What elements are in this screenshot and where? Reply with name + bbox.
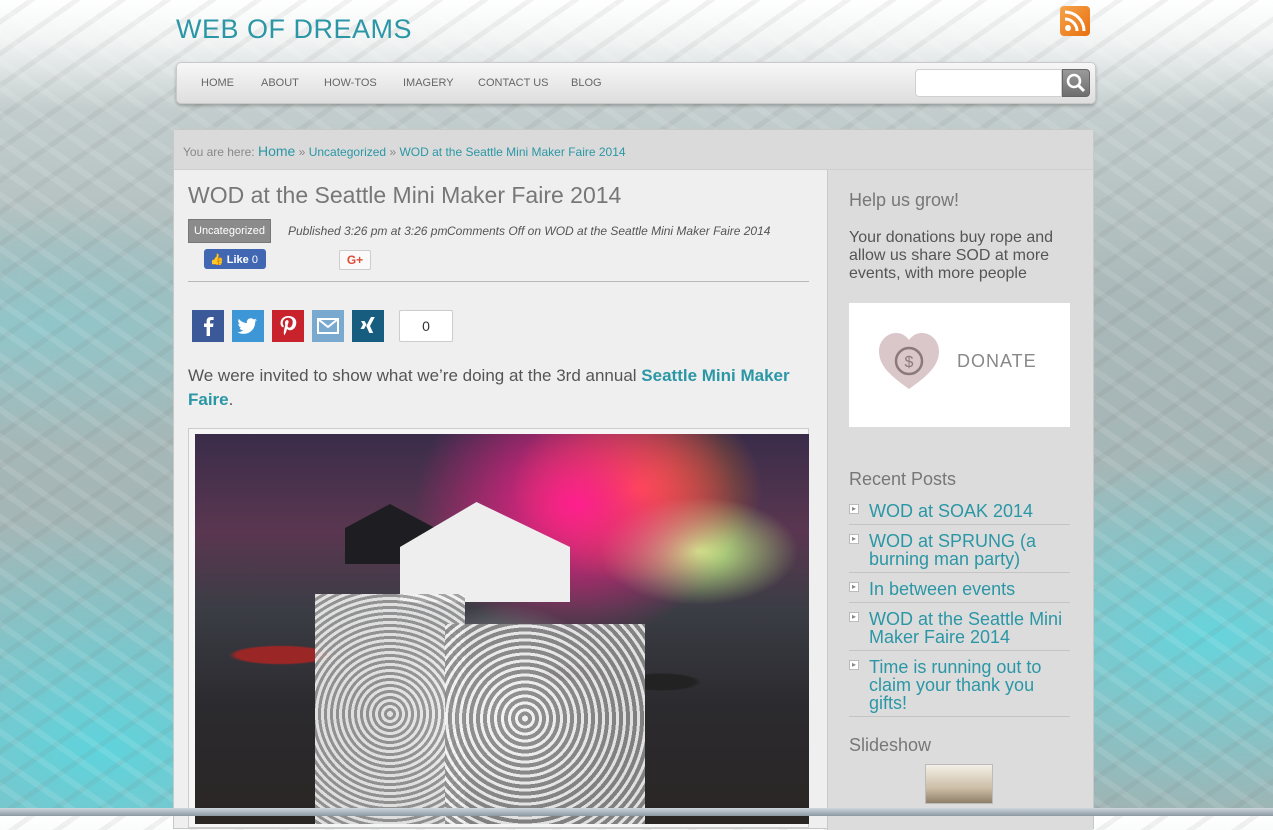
email-share-button[interactable] bbox=[312, 310, 344, 342]
fb-like-count: 0 bbox=[251, 254, 258, 266]
breadcrumb-separator: » bbox=[389, 145, 397, 159]
breadcrumb-prefix: You are here: bbox=[183, 145, 255, 159]
recent-post-title: Time is running out to claim your thank … bbox=[869, 657, 1042, 713]
breadcrumb-category-link[interactable]: Uncategorized bbox=[309, 145, 386, 159]
content-wrapper: You are here: Home » Uncategorized » WOD… bbox=[173, 129, 1094, 830]
xing-icon bbox=[360, 317, 375, 333]
maker-faire-photo[interactable] bbox=[195, 434, 809, 824]
recent-posts-title: Recent Posts bbox=[849, 469, 957, 489]
twitter-icon bbox=[237, 318, 257, 334]
post-image-frame bbox=[188, 428, 809, 828]
breadcrumb-current-link[interactable]: WOD at the Seattle Mini Maker Faire 2014 bbox=[399, 145, 625, 159]
divider bbox=[188, 281, 809, 282]
thumbs-up-icon: 👍 bbox=[210, 254, 224, 266]
pinterest-icon bbox=[280, 316, 297, 336]
nav-item-blog[interactable]: BLOG bbox=[571, 77, 602, 89]
arrow-right-icon: ▸ bbox=[849, 534, 859, 544]
post-intro: We were invited to show what we’re doing… bbox=[188, 364, 809, 412]
recent-post-link[interactable]: ▸ WOD at SOAK 2014 bbox=[849, 500, 1070, 525]
breadcrumb: You are here: Home » Uncategorized » WOD… bbox=[174, 130, 1093, 170]
rss-icon[interactable] bbox=[1060, 6, 1090, 36]
xing-share-button[interactable] bbox=[352, 310, 384, 342]
taskbar-edge bbox=[0, 808, 1273, 816]
recent-post-link[interactable]: ▸ WOD at the Seattle Mini Maker Faire 201… bbox=[849, 608, 1070, 651]
post-content: WOD at the Seattle Mini Maker Faire 2014… bbox=[188, 182, 809, 828]
recent-post-link[interactable]: ▸ Time is running out to claim your thank… bbox=[849, 656, 1070, 717]
help-us-grow-title: Help us grow! bbox=[849, 190, 960, 210]
facebook-like-button[interactable]: 👍 Like 0 bbox=[204, 249, 266, 269]
arrow-right-icon: ▸ bbox=[849, 660, 859, 670]
facebook-icon bbox=[204, 317, 214, 336]
nav-item-how-tos[interactable]: HOW-TOS bbox=[324, 77, 377, 89]
nav-item-imagery[interactable]: IMAGERY bbox=[403, 77, 454, 89]
donate-button[interactable]: $ DONATE bbox=[849, 303, 1070, 427]
recent-posts-list: ▸ WOD at SOAK 2014 ▸ WOD at SPRUNG (a burn… bbox=[849, 500, 1070, 717]
category-badge[interactable]: Uncategorized bbox=[188, 219, 271, 243]
recent-post-title: WOD at SOAK 2014 bbox=[869, 501, 1034, 521]
arrow-right-icon: ▸ bbox=[849, 582, 859, 592]
share-buttons: 0 bbox=[188, 310, 809, 344]
google-plus-button[interactable]: G+ bbox=[339, 250, 371, 270]
magnifier-icon bbox=[1066, 73, 1086, 93]
donation-text: Your donations buy rope and allow us sha… bbox=[849, 229, 1054, 282]
comments-status: Comments Off on WOD at the Seattle Mini … bbox=[447, 224, 771, 238]
fb-like-label: Like bbox=[226, 254, 249, 266]
recent-post-link[interactable]: ▸ In between events bbox=[849, 578, 1070, 603]
search-input[interactable] bbox=[915, 69, 1062, 97]
site-title[interactable]: WEB OF DREAMS bbox=[176, 14, 412, 45]
donate-label: DONATE bbox=[957, 351, 1037, 371]
breadcrumb-separator: » bbox=[298, 145, 306, 159]
arrow-right-icon: ▸ bbox=[849, 612, 859, 622]
published-date: Published 3:26 pm at 3:26 pm bbox=[288, 224, 448, 238]
slideshow-image[interactable] bbox=[925, 764, 993, 804]
svg-text:$: $ bbox=[905, 354, 914, 371]
envelope-icon bbox=[317, 318, 339, 334]
recent-post-title: In between events bbox=[869, 579, 1016, 599]
arrow-right-icon: ▸ bbox=[849, 504, 859, 514]
recent-post-title: WOD at SPRUNG (a burning man party) bbox=[869, 531, 1037, 569]
nav-item-home[interactable]: HOME bbox=[201, 77, 234, 89]
facebook-share-button[interactable] bbox=[192, 310, 224, 342]
search-button[interactable] bbox=[1062, 69, 1090, 97]
post-meta: Uncategorized Published 3:26 pm at 3:26 … bbox=[188, 219, 809, 245]
breadcrumb-home-link[interactable]: Home bbox=[258, 143, 295, 159]
pinterest-share-button[interactable] bbox=[272, 310, 304, 342]
recent-post-link[interactable]: ▸ WOD at SPRUNG (a burning man party) bbox=[849, 530, 1070, 573]
share-count: 0 bbox=[399, 310, 453, 342]
lace-panel bbox=[315, 594, 465, 824]
sidebar: Help us grow! Your donations buy rope an… bbox=[827, 170, 1093, 830]
nav-item-contact-us[interactable]: CONTACT US bbox=[478, 77, 549, 89]
slideshow-title: Slideshow bbox=[849, 735, 932, 755]
post-title: WOD at the Seattle Mini Maker Faire 2014 bbox=[188, 182, 622, 208]
twitter-share-button[interactable] bbox=[232, 310, 264, 342]
intro-text-end: . bbox=[228, 390, 234, 409]
social-like-row: 👍 Like 0 G+ bbox=[188, 247, 809, 273]
lace-panel bbox=[445, 624, 645, 824]
nav-item-about[interactable]: ABOUT bbox=[261, 77, 299, 89]
recent-post-title: WOD at the Seattle Mini Maker Faire 2014 bbox=[869, 609, 1063, 647]
intro-text: We were invited to show what we’re doing… bbox=[188, 366, 642, 385]
main-navigation: HOME ABOUT HOW-TOS IMAGERY CONTACT US BL… bbox=[176, 62, 1096, 104]
